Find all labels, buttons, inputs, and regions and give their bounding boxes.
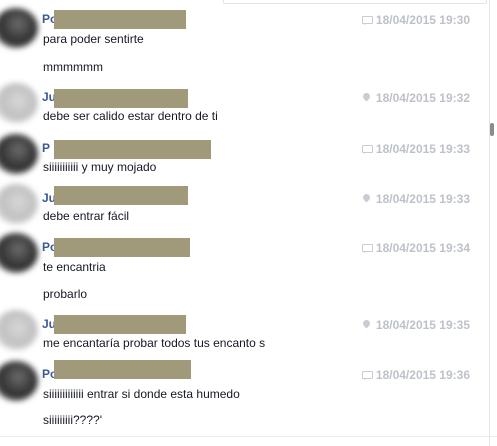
scrollbar[interactable] (489, 0, 497, 446)
redacted-name (54, 186, 188, 205)
avatar[interactable] (0, 361, 38, 401)
message-text: mmmmmm (43, 60, 103, 74)
timestamp: 18/04/2015 19:32 (362, 91, 470, 105)
redacted-name (54, 89, 188, 108)
sender-name[interactable]: P (42, 141, 50, 155)
timestamp: 18/04/2015 19:30 (361, 13, 470, 27)
avatar[interactable] (0, 83, 38, 123)
timestamp: 18/04/2015 19:36 (361, 368, 470, 382)
location-pin-icon (362, 93, 372, 103)
location-pin-icon (362, 320, 372, 330)
scrollbar-thumb[interactable] (490, 123, 494, 136)
avatar[interactable] (0, 310, 38, 350)
message-thread[interactable]: Po 18/04/2015 19:30 para poder sentirte … (0, 0, 470, 446)
redacted-name (54, 10, 186, 29)
message-text: siiiiiiiii????' (43, 413, 102, 427)
avatar[interactable] (0, 184, 38, 224)
timestamp: 18/04/2015 19:34 (361, 241, 470, 255)
message-text: debe entrar fácil (43, 209, 130, 223)
redacted-name (54, 140, 211, 159)
timestamp: 18/04/2015 19:35 (362, 318, 470, 332)
message-text: siiiiiiiiiii y muy mojado (43, 160, 157, 174)
timestamp: 18/04/2015 19:33 (362, 192, 470, 206)
message-text: siiiiiiiiiiiii entrar si donde esta hume… (43, 387, 240, 401)
chat-icon (361, 15, 373, 25)
message-text: probarlo (43, 287, 88, 301)
bottom-divider (0, 436, 497, 437)
chat-icon (361, 243, 373, 253)
avatar[interactable] (0, 134, 38, 174)
redacted-name (54, 360, 191, 379)
message-text: debe ser calido estar dentro de ti (43, 109, 218, 123)
message-text: para poder sentirte (43, 32, 144, 46)
chat-icon (361, 370, 373, 380)
location-pin-icon (362, 194, 372, 204)
timestamp: 18/04/2015 19:33 (361, 142, 470, 156)
redacted-name (54, 315, 186, 334)
redacted-name (54, 238, 190, 257)
message-text: me encantaría probar todos tus encanto s (43, 336, 266, 350)
message-text: te encantria (43, 260, 106, 274)
avatar[interactable] (0, 8, 38, 48)
chat-icon (361, 144, 373, 154)
avatar[interactable] (0, 233, 38, 273)
